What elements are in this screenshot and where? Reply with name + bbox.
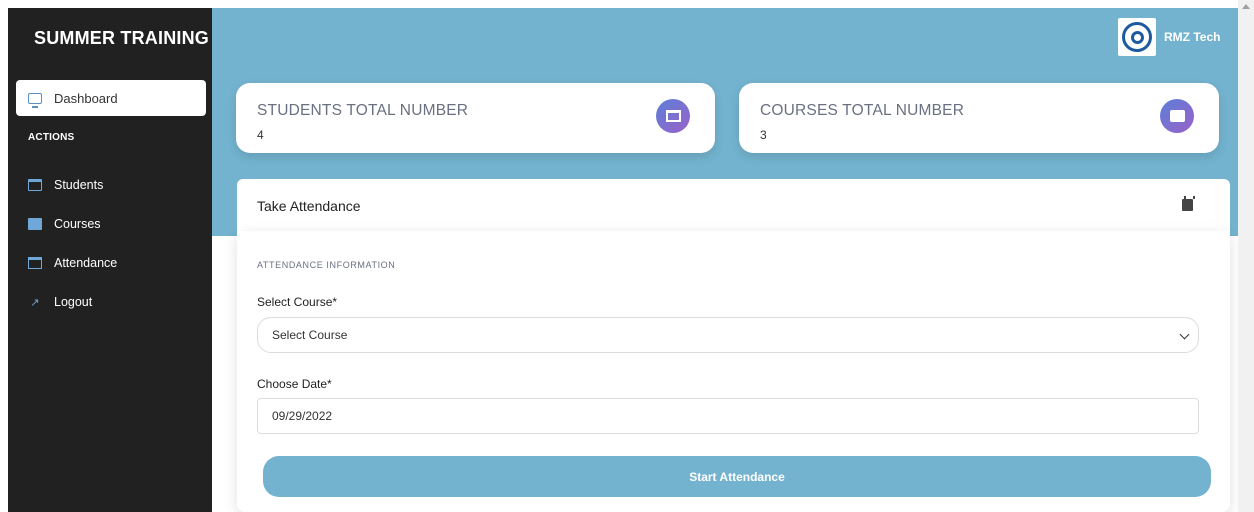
date-input[interactable]: 09/29/2022 [257, 398, 1199, 434]
book-icon [1160, 99, 1194, 133]
scrollbar[interactable] [1238, 0, 1254, 512]
date-value: 09/29/2022 [272, 409, 333, 423]
scroll-up-icon[interactable] [1242, 4, 1250, 9]
sidebar-item-label: Courses [54, 217, 101, 231]
stat-value: 4 [257, 128, 264, 142]
students-stat-card: STUDENTS TOTAL NUMBER 4 [236, 83, 715, 153]
attendance-form: ATTENDANCE INFORMATION Select Course* Se… [237, 231, 1230, 512]
stat-title: COURSES TOTAL NUMBER [760, 102, 965, 119]
section-label: ATTENDANCE INFORMATION [257, 260, 396, 270]
date-label: Choose Date* [257, 377, 332, 391]
stat-title: STUDENTS TOTAL NUMBER [257, 102, 469, 119]
main-content: STUDENTS TOTAL NUMBER 4 COURSES TOTAL NU… [212, 8, 1238, 512]
page: SUMMER TRAINING Dashboard ACTIONS Studen… [0, 0, 1254, 512]
sidebar-item-logout[interactable]: ↗ Logout [28, 295, 92, 309]
running-icon: ↗ [30, 296, 40, 309]
sidebar-item-label: Students [54, 178, 104, 192]
sidebar-item-attendance[interactable]: Attendance [28, 256, 117, 270]
sidebar-item-label: Attendance [54, 256, 118, 270]
actions-heading: ACTIONS [28, 132, 75, 143]
monitor-icon [28, 92, 42, 108]
stat-value: 3 [760, 128, 767, 142]
sidebar-item-label: Logout [54, 295, 93, 309]
company-logo [1118, 18, 1156, 56]
students-icon [28, 179, 42, 191]
company-name: RMZ Tech [1164, 30, 1221, 44]
courses-stat-card: COURSES TOTAL NUMBER 3 [739, 83, 1219, 153]
calendar-plus-icon [1182, 196, 1195, 211]
chevron-down-icon [1179, 329, 1190, 340]
company-brand[interactable]: RMZ Tech [1118, 18, 1220, 56]
sidebar: SUMMER TRAINING Dashboard ACTIONS Studen… [8, 8, 212, 512]
course-label: Select Course* [257, 295, 338, 309]
book-icon [28, 218, 42, 230]
course-select-value: Select Course [272, 328, 348, 342]
attendance-title: Take Attendance [257, 198, 361, 214]
attendance-card-header: Take Attendance [237, 179, 1230, 233]
sidebar-item-courses[interactable]: Courses [28, 217, 101, 231]
sidebar-item-label: Dashboard [54, 90, 118, 106]
left-edge [0, 0, 8, 512]
start-attendance-button[interactable]: Start Attendance [263, 456, 1211, 497]
sidebar-item-students[interactable]: Students [28, 178, 103, 192]
sidebar-brand: SUMMER TRAINING [34, 28, 209, 48]
course-select[interactable]: Select Course [257, 317, 1199, 353]
sidebar-item-dashboard[interactable]: Dashboard [16, 80, 206, 116]
calendar-icon [28, 257, 42, 269]
students-icon [656, 99, 690, 133]
